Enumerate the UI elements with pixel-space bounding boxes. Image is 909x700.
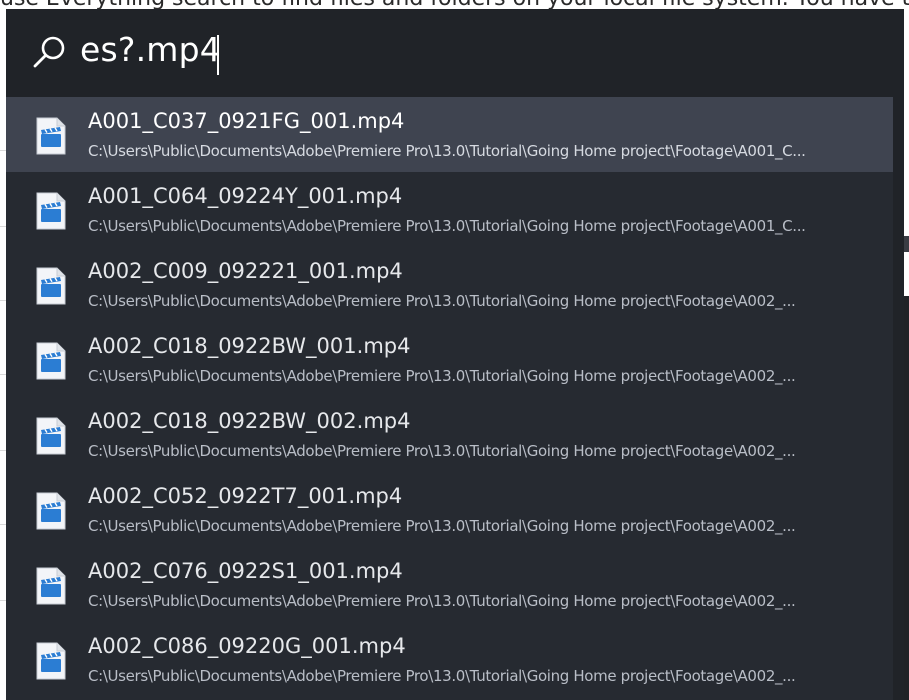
- result-file-path: C:\Users\Public\Documents\Adobe\Premiere…: [88, 217, 806, 235]
- video-file-icon: [36, 642, 66, 680]
- result-file-name: A002_C086_09220G_001.mp4: [88, 634, 406, 658]
- result-file-path: C:\Users\Public\Documents\Adobe\Premiere…: [88, 292, 796, 310]
- result-file-path: C:\Users\Public\Documents\Adobe\Premiere…: [88, 517, 796, 535]
- video-file-icon: [36, 192, 66, 230]
- text-caret: [217, 35, 219, 75]
- results-list[interactable]: A001_C037_0921FG_001.mp4 C:\Users\Public…: [6, 97, 893, 700]
- search-bar[interactable]: [6, 9, 904, 97]
- result-file-name: A002_C052_0922T7_001.mp4: [88, 484, 403, 508]
- result-file-path: C:\Users\Public\Documents\Adobe\Premiere…: [88, 667, 796, 685]
- result-file-name: A001_C064_09224Y_001.mp4: [88, 184, 403, 208]
- result-file-path: C:\Users\Public\Documents\Adobe\Premiere…: [88, 442, 796, 460]
- result-file-name: A002_C009_092221_001.mp4: [88, 259, 403, 283]
- search-launcher: A001_C037_0921FG_001.mp4 C:\Users\Public…: [6, 9, 904, 700]
- result-file-path: C:\Users\Public\Documents\Adobe\Premiere…: [88, 592, 796, 610]
- result-item[interactable]: A002_C009_092221_001.mp4 C:\Users\Public…: [6, 247, 893, 322]
- result-file-path: C:\Users\Public\Documents\Adobe\Premiere…: [88, 142, 806, 160]
- video-file-icon: [36, 267, 66, 305]
- result-item[interactable]: A002_C052_0922T7_001.mp4 C:\Users\Public…: [6, 472, 893, 547]
- video-file-icon: [36, 492, 66, 530]
- result-item[interactable]: A001_C064_09224Y_001.mp4 C:\Users\Public…: [6, 172, 893, 247]
- video-file-icon: [36, 417, 66, 455]
- video-file-icon: [36, 342, 66, 380]
- search-input[interactable]: [80, 30, 680, 69]
- result-item[interactable]: A002_C018_0922BW_002.mp4 C:\Users\Public…: [6, 397, 893, 472]
- result-file-name: A001_C037_0921FG_001.mp4: [88, 109, 405, 133]
- result-file-name: A002_C018_0922BW_001.mp4: [88, 334, 411, 358]
- video-file-icon: [36, 567, 66, 605]
- result-item[interactable]: A002_C076_0922S1_001.mp4 C:\Users\Public…: [6, 547, 893, 622]
- result-file-name: A002_C018_0922BW_002.mp4: [88, 409, 411, 433]
- result-item-selected[interactable]: A001_C037_0921FG_001.mp4 C:\Users\Public…: [6, 97, 893, 172]
- search-icon: [33, 36, 65, 68]
- result-file-name: A002_C076_0922S1_001.mp4: [88, 559, 403, 583]
- result-file-path: C:\Users\Public\Documents\Adobe\Premiere…: [88, 367, 796, 385]
- result-item[interactable]: A002_C018_0922BW_001.mp4 C:\Users\Public…: [6, 322, 893, 397]
- result-item[interactable]: A002_C086_09220G_001.mp4 C:\Users\Public…: [6, 622, 893, 697]
- video-file-icon: [36, 117, 66, 155]
